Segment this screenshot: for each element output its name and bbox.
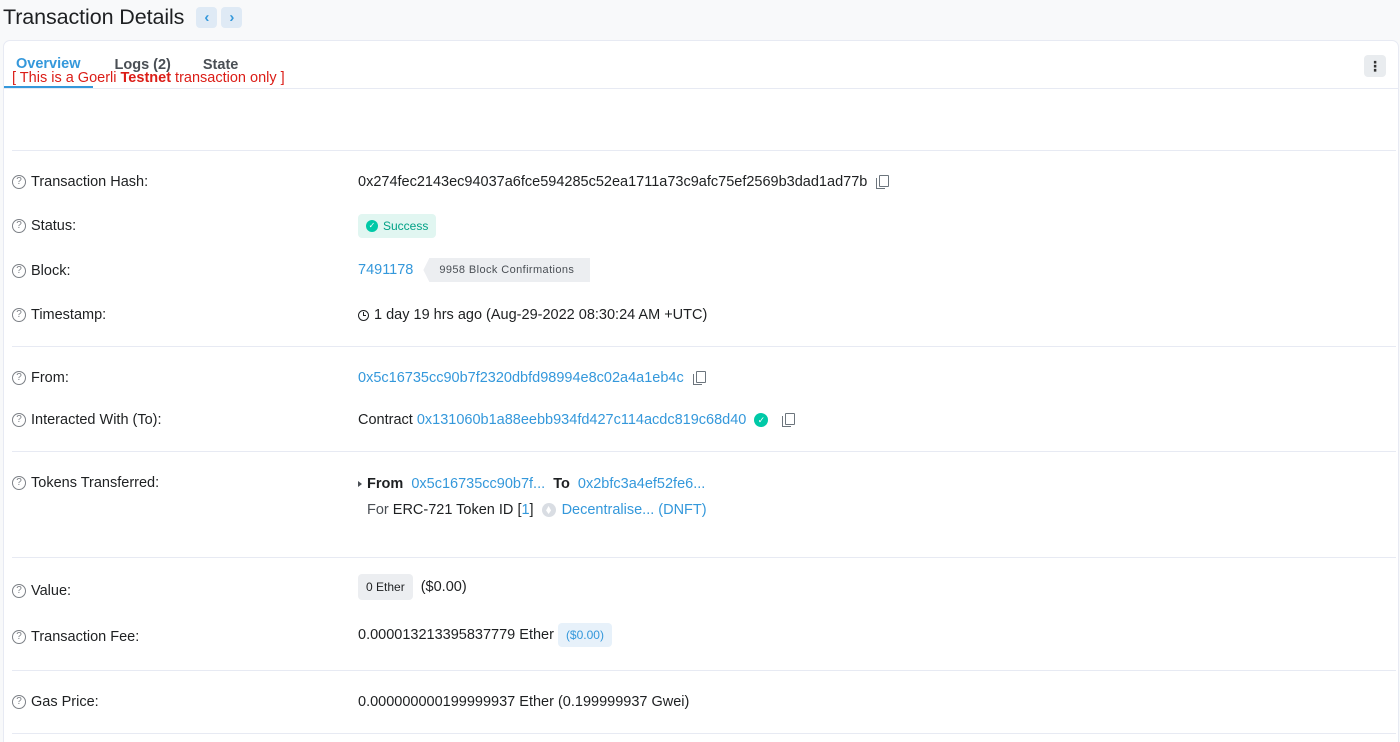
copy-icon[interactable]: [782, 413, 796, 427]
caret-right-icon[interactable]: [358, 481, 362, 487]
contract-prefix: Contract: [358, 412, 413, 428]
copy-icon[interactable]: [692, 371, 706, 385]
row-interacted-with: ? Interacted With (To): Contract 0x131060…: [12, 410, 1382, 434]
copy-icon[interactable]: [876, 175, 890, 189]
help-icon[interactable]: ?: [12, 264, 26, 278]
token-to-address-link[interactable]: 0x2bfc3a4ef52fe6...: [578, 476, 705, 492]
token-name-link[interactable]: Decentralise... (DNFT): [562, 502, 707, 518]
token-type: ERC-721 Token ID: [392, 502, 514, 518]
from-label: From:: [31, 370, 69, 386]
testnet-notice-suffix: transaction only ]: [171, 70, 285, 86]
row-transaction-hash: ? Transaction Hash: 0x274fec2143ec94037a6…: [12, 172, 1382, 196]
verified-check-icon: ✓: [754, 413, 769, 427]
status-label: Status:: [31, 218, 77, 234]
row-transaction-fee: ? Transaction Fee: 0.000013213395837779 E…: [12, 623, 1382, 650]
divider: [12, 557, 1396, 558]
row-timestamp: ? Timestamp: 1 day 19 hrs ago (Aug-29-202…: [12, 305, 1382, 329]
previous-transaction-button[interactable]: ‹: [196, 6, 218, 28]
row-from: ? From: 0x5c16735cc90b7f2320dbfd98994e8c0…: [12, 368, 1382, 392]
more-options-button[interactable]: ⋮: [1364, 55, 1386, 77]
token-from-address-link[interactable]: 0x5c16735cc90b7f...: [411, 476, 545, 492]
testnet-notice-prefix: [ This is a Goerli: [12, 70, 121, 86]
page-header: Transaction Details ‹ ›: [3, 0, 243, 34]
row-block: ? Block: 7491178 9958 Block Confirmations: [12, 258, 1382, 285]
help-icon[interactable]: ?: [12, 413, 26, 427]
help-icon[interactable]: ?: [12, 584, 26, 598]
divider: [12, 733, 1396, 734]
help-icon[interactable]: ?: [12, 308, 26, 322]
help-icon[interactable]: ?: [12, 630, 26, 644]
to-label: Interacted With (To):: [31, 412, 162, 428]
tx-hash-label: Transaction Hash:: [31, 174, 149, 190]
divider: [12, 150, 1396, 151]
value-usd: ($0.00): [420, 579, 467, 595]
value-amount-badge: 0 Ether: [358, 574, 413, 600]
token-from-label: From: [367, 476, 404, 492]
from-address-link[interactable]: 0x5c16735cc90b7f2320dbfd98994e8c02a4a1eb…: [358, 370, 684, 386]
row-status: ? Status: ✓ Success: [12, 214, 1382, 240]
check-circle-icon: ✓: [366, 220, 378, 232]
divider: [12, 346, 1396, 347]
token-for-label: For: [367, 502, 389, 518]
tx-hash-value: 0x274fec2143ec94037a6fce594285c52ea1711a…: [358, 174, 868, 190]
help-icon[interactable]: ?: [12, 219, 26, 233]
tokens-label: Tokens Transferred:: [31, 475, 160, 491]
gas-price-value: 0.000000000199999937 Ether (0.199999937 …: [358, 694, 690, 710]
clock-icon: [358, 309, 369, 321]
token-id-close: ]: [529, 502, 534, 518]
value-label: Value:: [31, 583, 72, 599]
help-icon[interactable]: ?: [12, 371, 26, 385]
contract-address-link[interactable]: 0x131060b1a88eebb934fd427c114acdc819c68d…: [417, 412, 747, 428]
timestamp-label: Timestamp:: [31, 307, 107, 323]
next-transaction-button[interactable]: ›: [221, 6, 243, 28]
block-number-link[interactable]: 7491178: [358, 262, 413, 278]
divider: [12, 670, 1396, 671]
divider: [12, 451, 1396, 452]
token-to-label: To: [553, 476, 570, 492]
row-gas-price: ? Gas Price: 0.000000000199999937 Ether (…: [12, 692, 1382, 716]
testnet-notice: [ This is a Goerli Testnet transaction o…: [12, 70, 285, 86]
fee-label: Transaction Fee:: [31, 629, 140, 645]
page-title: Transaction Details: [3, 4, 185, 29]
fee-amount: 0.000013213395837779 Ether: [358, 627, 554, 643]
token-id-link[interactable]: 1: [521, 502, 529, 518]
help-icon[interactable]: ?: [12, 175, 26, 189]
status-badge: ✓ Success: [358, 214, 437, 238]
help-icon[interactable]: ?: [12, 476, 26, 490]
token-logo-icon: [541, 503, 556, 517]
testnet-notice-bold: Testnet: [120, 70, 172, 86]
gas-price-label: Gas Price:: [31, 694, 99, 710]
help-icon[interactable]: ?: [12, 695, 26, 709]
block-confirmations-badge: 9958 Block Confirmations: [423, 258, 591, 282]
timestamp-value: 1 day 19 hrs ago (Aug-29-2022 08:30:24 A…: [374, 307, 708, 323]
status-value: Success: [383, 219, 429, 233]
row-tokens-transferred: ? Tokens Transferred: From 0x5c16735cc90b…: [12, 473, 1382, 521]
row-value: ? Value: 0 Ether ($0.00): [12, 574, 1382, 604]
fee-usd-badge[interactable]: ($0.00): [557, 623, 612, 647]
block-label: Block:: [31, 263, 71, 279]
